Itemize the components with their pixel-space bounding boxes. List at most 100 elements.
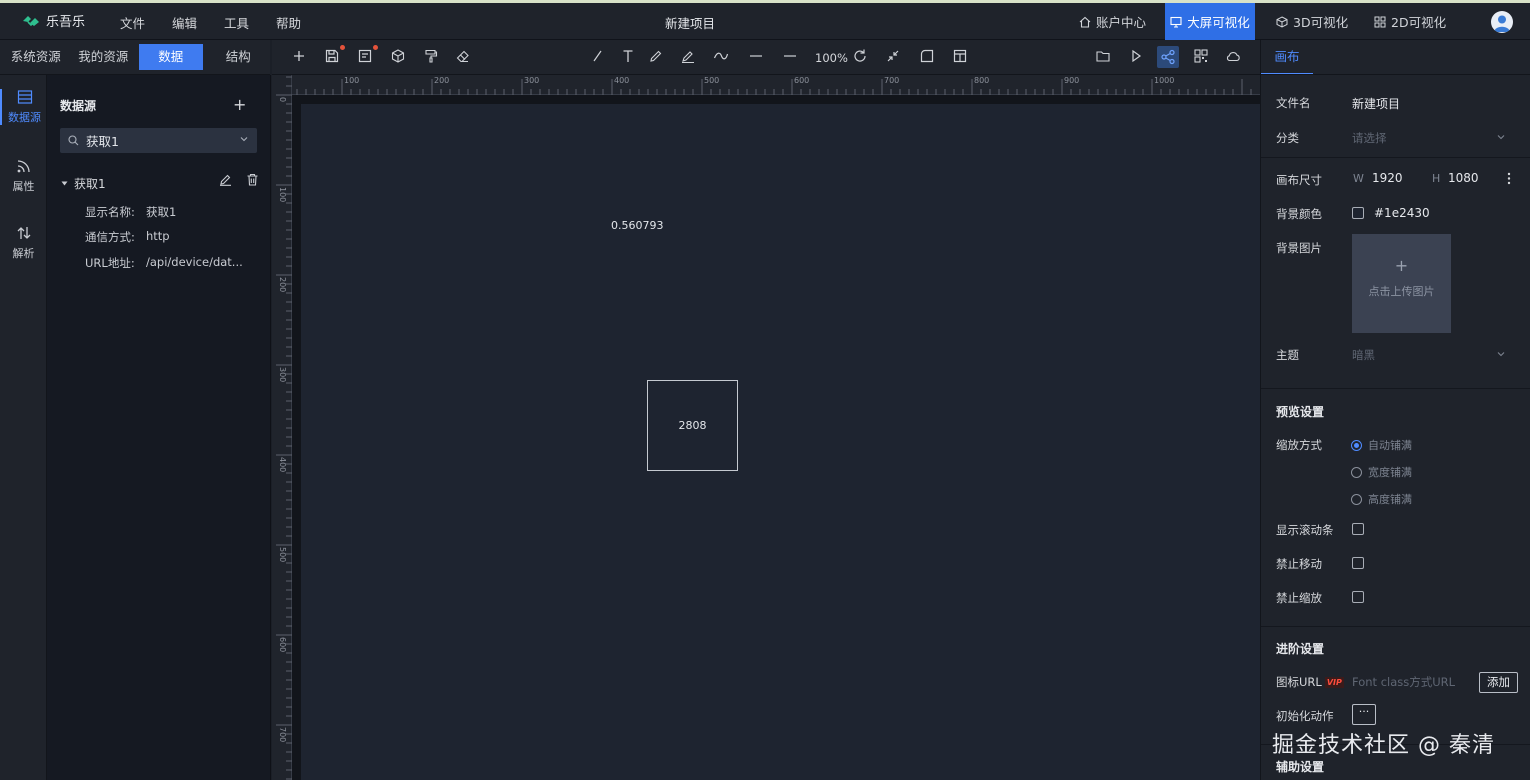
tab-canvas[interactable]: 画布 bbox=[1261, 40, 1313, 75]
line-tool-icon[interactable] bbox=[590, 48, 608, 66]
nav-bigscreen[interactable]: 大屏可视化 bbox=[1165, 3, 1255, 40]
qrcode-icon[interactable] bbox=[1193, 48, 1211, 66]
show-scrollbar-checkbox[interactable] bbox=[1352, 523, 1364, 535]
nav-3d[interactable]: 3D可视化 bbox=[1276, 3, 1348, 40]
ruler-tick-label: 1000 bbox=[1154, 76, 1174, 85]
bg-image-upload[interactable]: + 点击上传图片 bbox=[1352, 234, 1451, 333]
tab-structure[interactable]: 结构 bbox=[207, 44, 271, 70]
menu-edit[interactable]: 编辑 bbox=[172, 13, 224, 32]
shrink-icon[interactable] bbox=[885, 48, 903, 66]
vip-badge: VIP bbox=[1324, 677, 1344, 688]
radio-width-fill[interactable]: 宽度铺满 bbox=[1351, 464, 1412, 480]
nav-2d[interactable]: 2D可视化 bbox=[1374, 3, 1446, 40]
pen-icon[interactable] bbox=[648, 48, 666, 66]
bg-color-value[interactable]: #1e2430 bbox=[1374, 206, 1430, 220]
frame-icon[interactable] bbox=[919, 48, 937, 66]
ruler-tick-label: 800 bbox=[974, 76, 989, 85]
rss-icon bbox=[0, 158, 47, 174]
cloud-icon[interactable] bbox=[1225, 48, 1243, 66]
advanced-settings-title: 进阶设置 bbox=[1276, 642, 1325, 656]
add-datasource-button[interactable]: + bbox=[233, 95, 246, 114]
ruler-horizontal-ticks: 100 200 300 400 500 600 700 800 900 1000 bbox=[278, 76, 1252, 95]
height-prefix: H bbox=[1432, 172, 1441, 185]
tab-data[interactable]: 数据 bbox=[139, 44, 203, 70]
line-end-icon[interactable] bbox=[782, 48, 800, 66]
tab-my-resources[interactable]: 我的资源 bbox=[72, 44, 136, 70]
width-prefix: W bbox=[1353, 172, 1364, 185]
toolbar: 100% bbox=[272, 40, 1260, 75]
bg-color-swatch[interactable] bbox=[1352, 207, 1364, 219]
ruler-tick-label: 300 bbox=[524, 76, 539, 85]
chevron-down-icon[interactable] bbox=[1496, 132, 1506, 142]
rail-item-properties[interactable]: 属性 bbox=[0, 158, 47, 194]
canvas-area[interactable] bbox=[301, 104, 1260, 780]
menu-file[interactable]: 文件 bbox=[120, 13, 172, 32]
category-label: 分类 bbox=[1276, 131, 1299, 145]
canvas-rect-element[interactable]: 2808 bbox=[647, 380, 738, 471]
width-input[interactable]: 1920 bbox=[1372, 171, 1403, 185]
init-action-button[interactable]: ··· bbox=[1352, 704, 1376, 725]
radio-button bbox=[1351, 466, 1362, 478]
file-name-value[interactable]: 新建项目 bbox=[1352, 95, 1400, 112]
category-select[interactable]: 请选择 bbox=[1352, 130, 1387, 146]
text-tool-icon[interactable] bbox=[620, 48, 638, 66]
theme-select[interactable]: 暗黑 bbox=[1352, 347, 1375, 363]
disable-zoom-label: 禁止缩放 bbox=[1276, 591, 1322, 605]
layout-icon[interactable] bbox=[952, 48, 970, 66]
radio-auto-fill[interactable]: 自动铺满 bbox=[1351, 437, 1412, 453]
radio-height-fill[interactable]: 高度铺满 bbox=[1351, 491, 1412, 507]
more-vertical-icon[interactable] bbox=[1507, 172, 1511, 185]
zoom-level[interactable]: 100% bbox=[815, 51, 848, 65]
search-icon bbox=[68, 135, 79, 146]
rail-item-datasource[interactable]: 数据源 bbox=[0, 89, 47, 125]
avatar[interactable] bbox=[1491, 11, 1513, 33]
prop-display-name: 显示名称: 获取1 bbox=[85, 204, 176, 220]
chevron-down-icon[interactable] bbox=[1496, 349, 1506, 359]
theme-label: 主题 bbox=[1276, 348, 1299, 362]
eraser-icon[interactable] bbox=[455, 48, 473, 66]
folder-icon[interactable] bbox=[1095, 48, 1113, 66]
top-bar: 乐吾乐 文件 编辑 工具 帮助 新建项目 账户中心 大屏可视化 3D可视化 2D… bbox=[0, 0, 1530, 40]
database-icon bbox=[2, 89, 47, 105]
add-icon-url-button[interactable]: 添加 bbox=[1479, 672, 1518, 693]
divider bbox=[1261, 626, 1530, 627]
bg-color-label: 背景颜色 bbox=[1276, 207, 1322, 221]
datasource-select[interactable]: 获取1 bbox=[60, 128, 257, 153]
menu-help[interactable]: 帮助 bbox=[276, 13, 328, 32]
format-painter-icon[interactable] bbox=[423, 48, 441, 66]
line-start-icon[interactable] bbox=[748, 48, 766, 66]
document-icon[interactable] bbox=[357, 45, 378, 66]
bg-image-label: 背景图片 bbox=[1276, 241, 1322, 255]
canvas-text-element[interactable]: 0.560793 bbox=[611, 219, 664, 232]
delete-icon[interactable] bbox=[246, 173, 259, 186]
nav-account-center[interactable]: 账户中心 bbox=[1079, 3, 1146, 40]
curve-tool-icon[interactable] bbox=[713, 48, 731, 66]
prop-value: http bbox=[146, 229, 170, 243]
tab-system-resources[interactable]: 系统资源 bbox=[4, 44, 68, 70]
datasource-title: 数据源 bbox=[60, 99, 97, 113]
disable-zoom-checkbox[interactable] bbox=[1352, 591, 1364, 603]
cube-icon[interactable] bbox=[390, 48, 408, 66]
height-input[interactable]: 1080 bbox=[1448, 171, 1479, 185]
file-name-label: 文件名 bbox=[1276, 96, 1311, 110]
play-icon[interactable] bbox=[1128, 48, 1146, 66]
datasource-tree-node[interactable]: 获取1 bbox=[61, 173, 259, 192]
datasource-select-value: 获取1 bbox=[86, 134, 119, 149]
nav-account-label: 账户中心 bbox=[1096, 15, 1147, 30]
save-icon[interactable] bbox=[324, 45, 345, 66]
edit-icon[interactable] bbox=[219, 173, 232, 186]
disable-move-checkbox[interactable] bbox=[1352, 557, 1364, 569]
share-icon[interactable] bbox=[1157, 46, 1179, 68]
add-icon[interactable] bbox=[291, 48, 309, 66]
refresh-icon[interactable] bbox=[852, 48, 870, 66]
icon-url-input[interactable]: Font class方式URL bbox=[1352, 674, 1455, 690]
brush-icon[interactable] bbox=[680, 48, 698, 66]
logo-icon bbox=[22, 14, 40, 28]
upload-plus-icon: + bbox=[1394, 256, 1409, 275]
menu-tools[interactable]: 工具 bbox=[224, 13, 276, 32]
rail-item-parse[interactable]: 解析 bbox=[0, 225, 47, 261]
ruler-tick-label: 200 bbox=[278, 277, 287, 292]
logo[interactable]: 乐吾乐 bbox=[22, 11, 85, 30]
ruler-tick-label: 200 bbox=[434, 76, 449, 85]
ruler-tick-label: 400 bbox=[278, 457, 287, 472]
